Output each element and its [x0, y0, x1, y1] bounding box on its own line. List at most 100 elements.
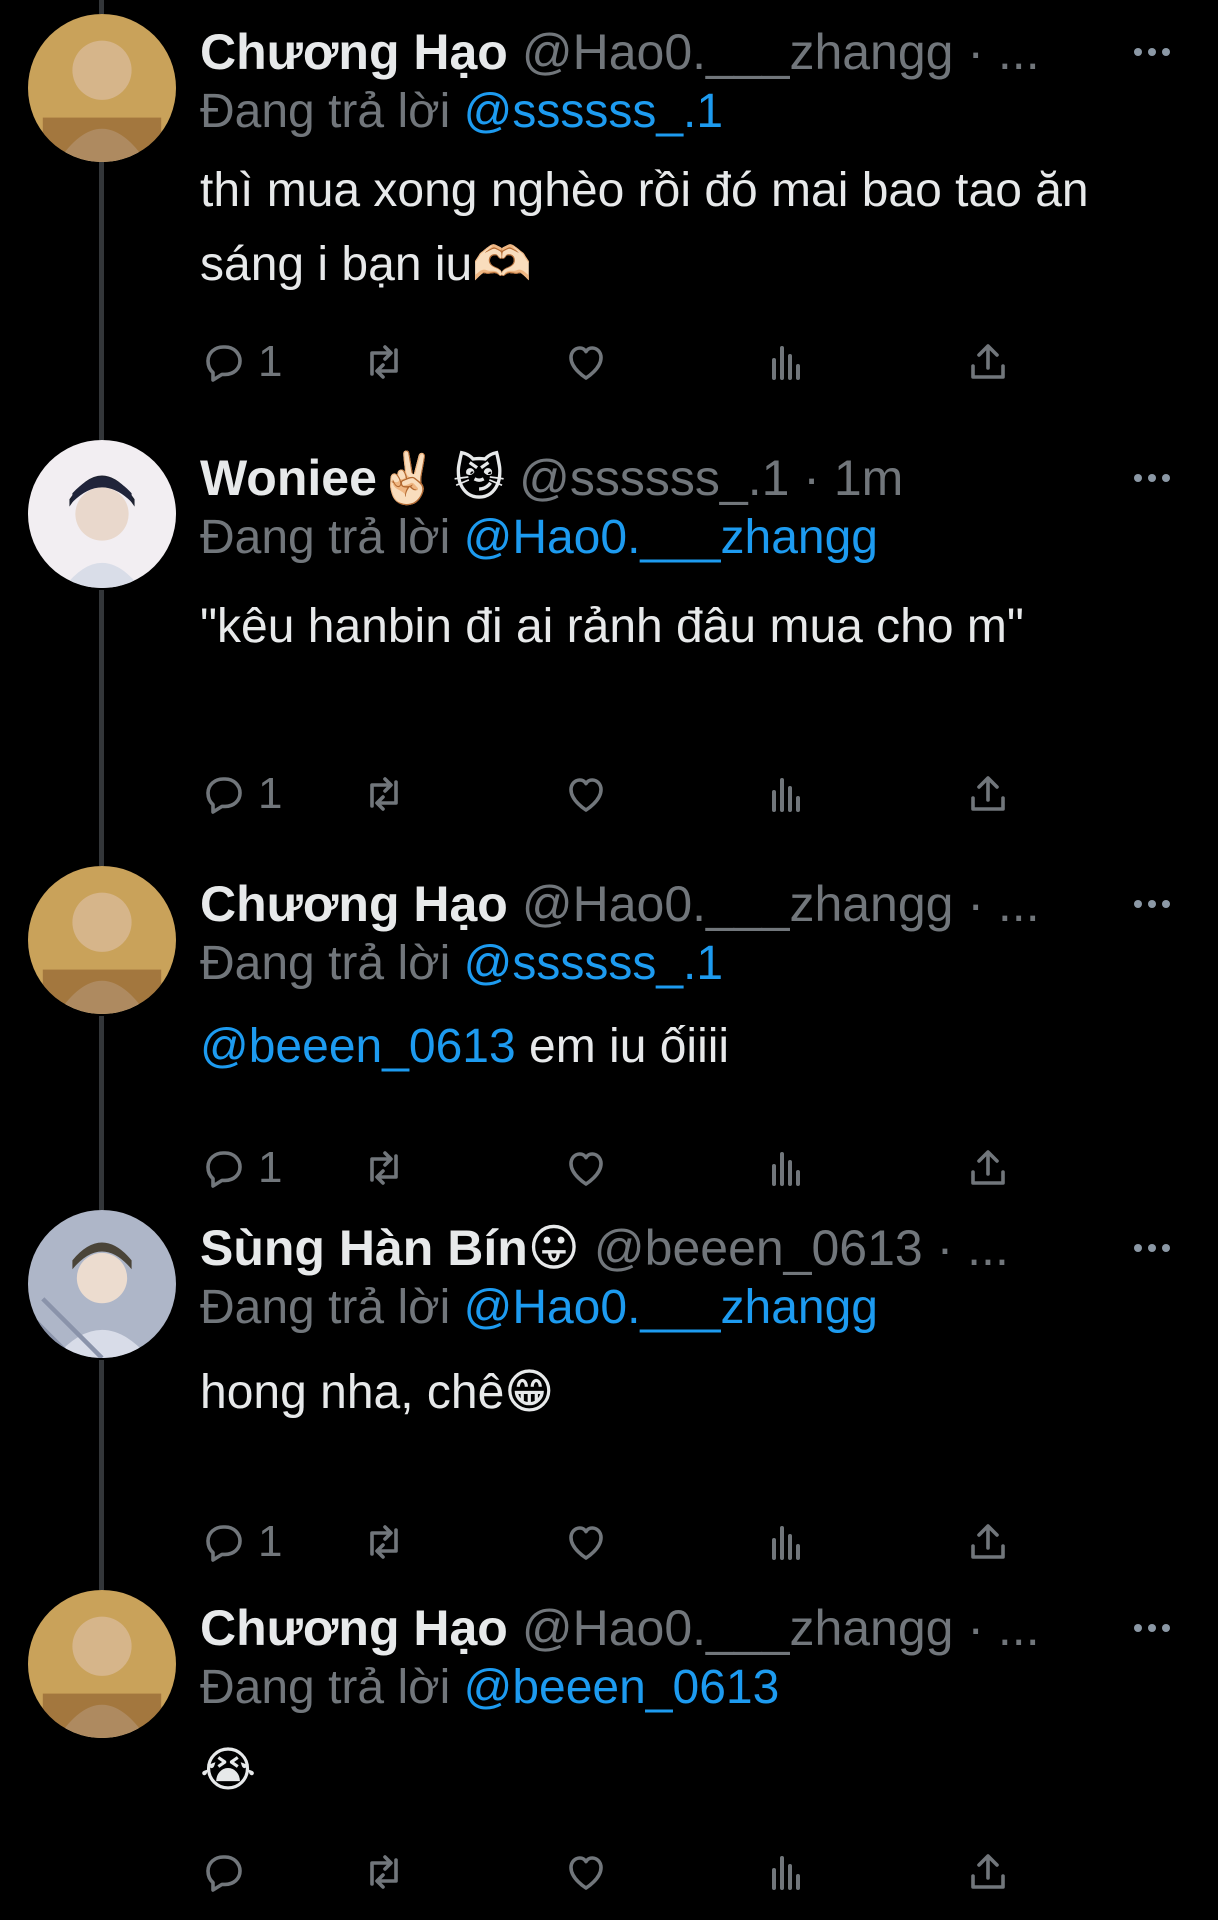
more-icon[interactable]: [1134, 894, 1186, 914]
handle-and-time[interactable]: @beeen_0613 · ...: [594, 1220, 1009, 1276]
retweet-button[interactable]: [360, 1514, 408, 1570]
action-bar: [200, 1844, 1100, 1900]
more-icon[interactable]: [1134, 42, 1186, 62]
reply-button[interactable]: 1: [200, 766, 282, 822]
share-button[interactable]: [964, 1514, 1012, 1570]
reply-count: 1: [258, 1517, 283, 1566]
share-button[interactable]: [964, 1140, 1012, 1196]
action-bar: 1: [200, 766, 1100, 822]
replying-mention[interactable]: @ssssss_.1: [464, 937, 723, 990]
share-icon: [971, 1524, 1005, 1559]
reply-button[interactable]: 1: [200, 334, 282, 390]
views-button[interactable]: [762, 1844, 810, 1900]
tweet-text: 😭: [200, 1744, 257, 1797]
like-button[interactable]: [562, 1844, 610, 1900]
share-button[interactable]: [964, 1844, 1012, 1900]
retweet-button[interactable]: [360, 1140, 408, 1196]
replying-to: Đang trả lời @ssssss_.1: [200, 932, 723, 996]
tweet[interactable]: Chương Hạo @Hao0.___zhangg · ... Đang trả…: [0, 1590, 1218, 1920]
handle-and-time[interactable]: @ssssss_.1 · 1m: [519, 450, 903, 506]
replying-label: Đang trả lời: [200, 1281, 451, 1334]
tweet-header: Woniee✌🏻 😼 @ssssss_.1 · 1m: [200, 446, 1140, 510]
replying-to: Đang trả lời @Hao0.___zhangg: [200, 1276, 878, 1340]
display-name[interactable]: Chương Hạo: [200, 876, 508, 932]
reply-count: 1: [258, 337, 283, 386]
tweet[interactable]: Woniee✌🏻 😼 @ssssss_.1 · 1m Đang trả lời @…: [0, 440, 1218, 820]
share-button[interactable]: [964, 334, 1012, 390]
views-button[interactable]: [762, 334, 810, 390]
like-button[interactable]: [562, 1140, 610, 1196]
reply-button[interactable]: 1: [200, 1514, 282, 1570]
views-button[interactable]: [762, 766, 810, 822]
views-icon: [772, 1152, 800, 1186]
handle-and-time[interactable]: @Hao0.___zhangg · ...: [522, 1600, 1040, 1656]
heart-icon: [569, 778, 603, 812]
action-bar: 1: [200, 334, 1100, 390]
views-icon: [772, 1856, 800, 1890]
heart-icon: [569, 1856, 603, 1890]
reply-count: 1: [258, 769, 283, 818]
reply-icon: [206, 1855, 242, 1892]
replying-mention[interactable]: @ssssss_.1: [464, 85, 723, 138]
share-icon: [971, 344, 1005, 379]
tweet[interactable]: Sùng Hàn Bín😛 @beeen_0613 · ... Đang trả …: [0, 1210, 1218, 1566]
replying-to: Đang trả lời @beeen_0613: [200, 1656, 779, 1720]
reply-icon: [206, 777, 242, 814]
retweet-button[interactable]: [360, 334, 408, 390]
heart-icon: [569, 346, 603, 380]
body-mention[interactable]: @beeen_0613: [200, 1020, 516, 1073]
avatar[interactable]: [28, 14, 176, 162]
tweet-text: "kêu hanbin đi ai rảnh đâu mua cho m": [200, 600, 1024, 653]
display-name[interactable]: Chương Hạo: [200, 24, 508, 80]
tweet-header: Sùng Hàn Bín😛 @beeen_0613 · ...: [200, 1216, 1140, 1280]
replying-to: Đang trả lời @ssssss_.1: [200, 80, 723, 144]
retweet-icon: [370, 345, 398, 379]
replying-label: Đang trả lời: [200, 85, 451, 138]
retweet-button[interactable]: [360, 1844, 408, 1900]
views-button[interactable]: [762, 1140, 810, 1196]
display-name[interactable]: Chương Hạo: [200, 1600, 508, 1656]
reply-button[interactable]: 1: [200, 1140, 282, 1196]
retweet-icon: [370, 1855, 398, 1889]
tweet-header: Chương Hạo @Hao0.___zhangg · ...: [200, 1596, 1140, 1660]
replying-mention[interactable]: @Hao0.___zhangg: [464, 1281, 878, 1334]
retweet-button[interactable]: [360, 766, 408, 822]
action-bar: 1: [200, 1140, 1100, 1196]
avatar[interactable]: [28, 1590, 176, 1738]
reply-icon: [206, 345, 242, 382]
like-button[interactable]: [562, 1514, 610, 1570]
tweet-text: hong nha, chê😁: [200, 1366, 555, 1419]
avatar[interactable]: [28, 1210, 176, 1358]
views-icon: [772, 778, 800, 812]
display-name[interactable]: Sùng Hàn Bín😛: [200, 1220, 580, 1276]
replying-label: Đang trả lời: [200, 937, 451, 990]
more-icon[interactable]: [1134, 1618, 1186, 1638]
reply-icon: [206, 1525, 242, 1562]
tweet[interactable]: Chương Hạo @Hao0.___zhangg · ... Đang trả…: [0, 866, 1218, 1192]
tweet-header: Chương Hạo @Hao0.___zhangg · ...: [200, 872, 1140, 936]
like-button[interactable]: [562, 766, 610, 822]
more-icon[interactable]: [1134, 468, 1186, 488]
like-button[interactable]: [562, 334, 610, 390]
share-button[interactable]: [964, 766, 1012, 822]
share-icon: [971, 1150, 1005, 1185]
avatar[interactable]: [28, 866, 176, 1014]
replying-to: Đang trả lời @Hao0.___zhangg: [200, 506, 878, 570]
tweet[interactable]: Chương Hạo @Hao0.___zhangg · ... Đang trả…: [0, 14, 1218, 394]
replying-mention[interactable]: @beeen_0613: [464, 1661, 780, 1714]
heart-icon: [569, 1526, 603, 1560]
retweet-icon: [370, 1151, 398, 1185]
reply-button[interactable]: [200, 1844, 258, 1900]
display-name[interactable]: Woniee✌🏻 😼: [200, 450, 505, 506]
more-icon[interactable]: [1134, 1238, 1186, 1258]
retweet-icon: [370, 1525, 398, 1559]
replying-label: Đang trả lời: [200, 1661, 451, 1714]
handle-and-time[interactable]: @Hao0.___zhangg · ...: [522, 24, 1040, 80]
replying-label: Đang trả lời: [200, 511, 451, 564]
views-icon: [772, 1526, 800, 1560]
replying-mention[interactable]: @Hao0.___zhangg: [464, 511, 878, 564]
handle-and-time[interactable]: @Hao0.___zhangg · ...: [522, 876, 1040, 932]
avatar[interactable]: [28, 440, 176, 588]
body-text: em iu ốiiii: [515, 1020, 730, 1073]
views-button[interactable]: [762, 1514, 810, 1570]
